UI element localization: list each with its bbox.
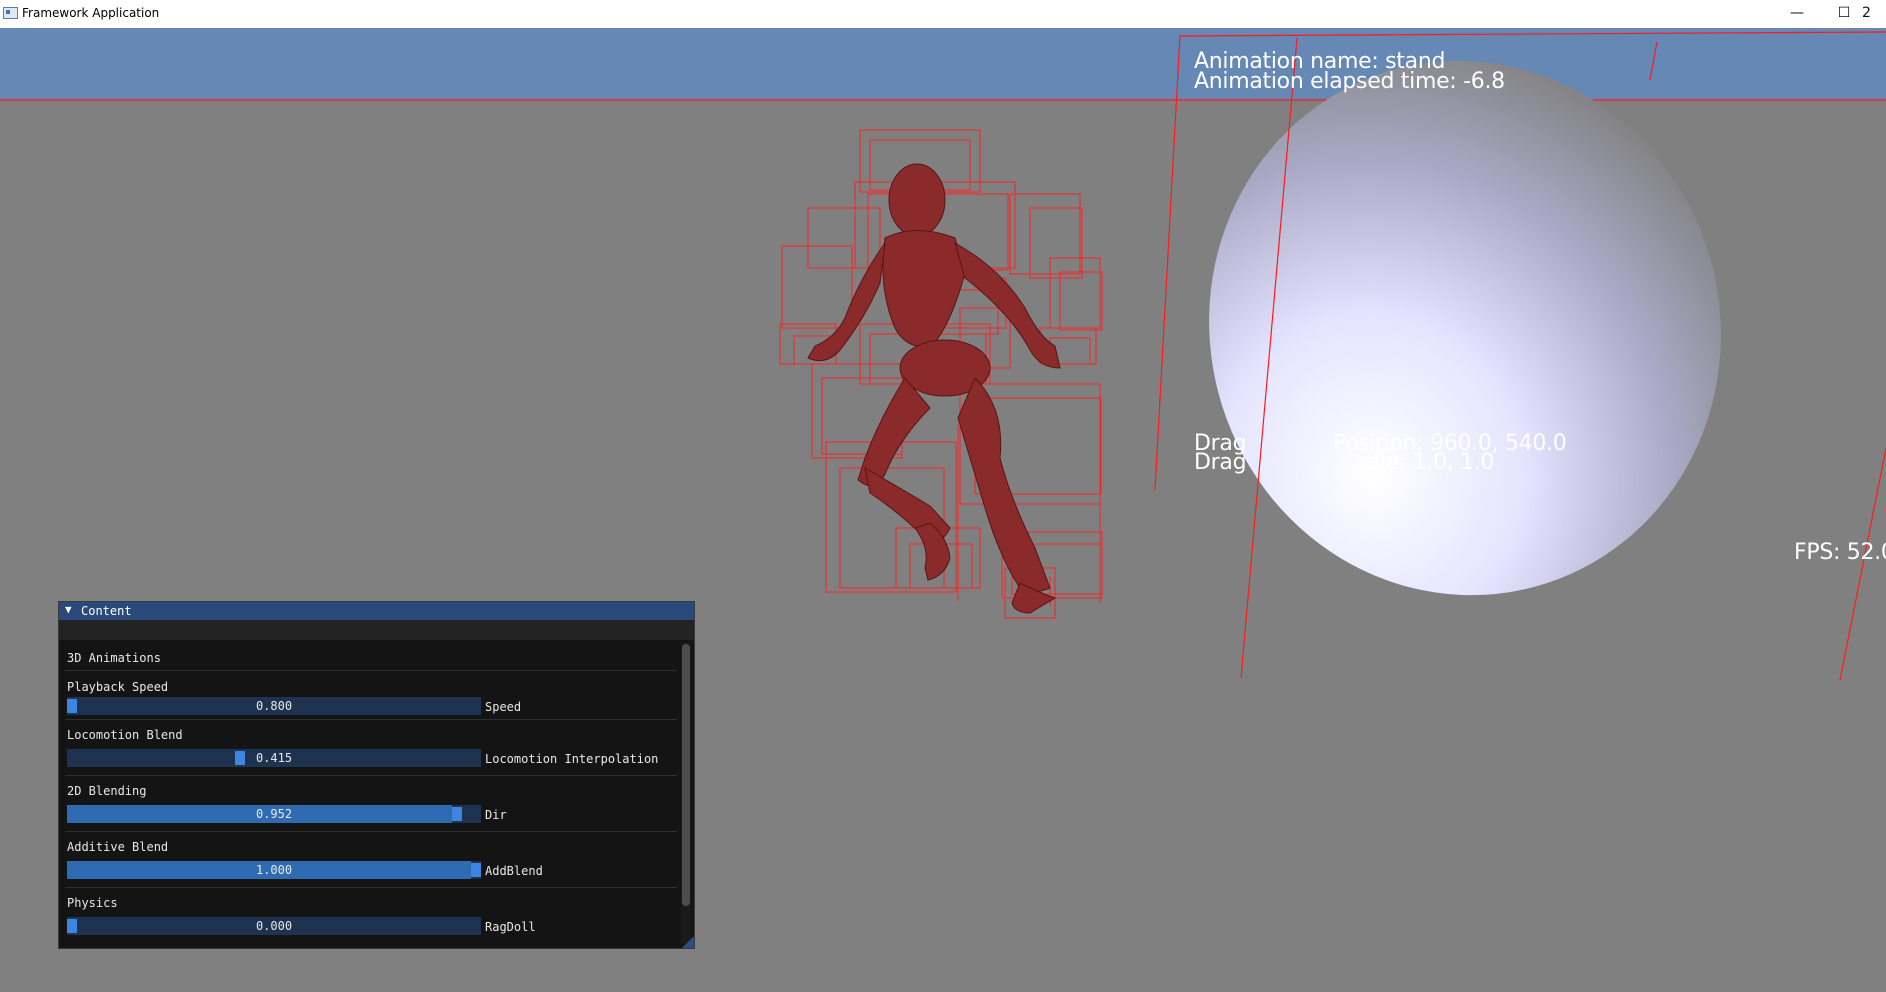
maximize-button[interactable]: ☐ — [1823, 2, 1865, 26]
app-icon — [3, 7, 18, 19]
slider-value: 0.000 — [255, 919, 293, 933]
separator — [65, 670, 677, 671]
ragdoll-slider-label: RagDoll — [485, 920, 536, 934]
section-playback-speed: Playback Speed — [67, 680, 169, 694]
panel-titlebar[interactable]: ▼ Content — [59, 602, 694, 620]
window-title: Framework Application — [22, 6, 160, 20]
window-titlebar[interactable]: Framework Application — ☐ 2 — [0, 0, 1886, 28]
addblend-slider-label: AddBlend — [485, 864, 543, 878]
resize-grip-icon[interactable] — [682, 936, 694, 948]
ragdoll-slider[interactable]: 0.000 — [67, 917, 481, 935]
character-model — [807, 163, 1061, 614]
locomotion-interpolation-slider[interactable]: 0.415 — [67, 749, 481, 767]
section-physics: Physics — [67, 896, 118, 910]
fps-counter: FPS: 52.0 — [1794, 540, 1886, 565]
addblend-slider[interactable]: 1.000 — [67, 861, 481, 879]
slider-value: 0.952 — [255, 807, 293, 821]
minimize-button[interactable]: — — [1776, 2, 1818, 26]
separator — [65, 887, 677, 888]
panel-title: Content — [81, 604, 132, 618]
drag-scale-text: Drag cale: 1.0, 1.0 — [1194, 450, 1495, 475]
separator — [65, 831, 677, 832]
close-button[interactable]: 2 — [1862, 2, 1886, 26]
panel-menubar — [59, 620, 694, 640]
slider-value: 1.000 — [255, 863, 293, 877]
panel-heading: 3D Animations — [67, 651, 161, 665]
section-2d-blending: 2D Blending — [67, 784, 147, 798]
panel-scrollbar[interactable] — [681, 642, 691, 944]
locomotion-slider-label: Locomotion Interpolation — [485, 752, 659, 766]
slider-value: 0.800 — [255, 699, 293, 713]
scrollbar-thumb[interactable] — [682, 644, 690, 906]
collapse-arrow-icon[interactable]: ▼ — [65, 603, 72, 616]
content-panel[interactable]: ▼ Content 3D Animations Playback Speed 0… — [58, 601, 695, 949]
dir-slider-label: Dir — [485, 808, 507, 822]
section-locomotion-blend: Locomotion Blend — [67, 728, 183, 742]
dir-slider[interactable]: 0.952 — [67, 805, 481, 823]
speed-slider[interactable]: 0.800 — [67, 697, 481, 715]
animation-elapsed-text: Animation elapsed time: -6.8 — [1194, 69, 1505, 94]
section-additive-blend: Additive Blend — [67, 840, 169, 854]
slider-value: 0.415 — [255, 751, 293, 765]
separator — [65, 775, 677, 776]
separator — [65, 719, 677, 720]
lit-sphere — [1209, 60, 1721, 596]
speed-slider-label: Speed — [485, 700, 522, 714]
